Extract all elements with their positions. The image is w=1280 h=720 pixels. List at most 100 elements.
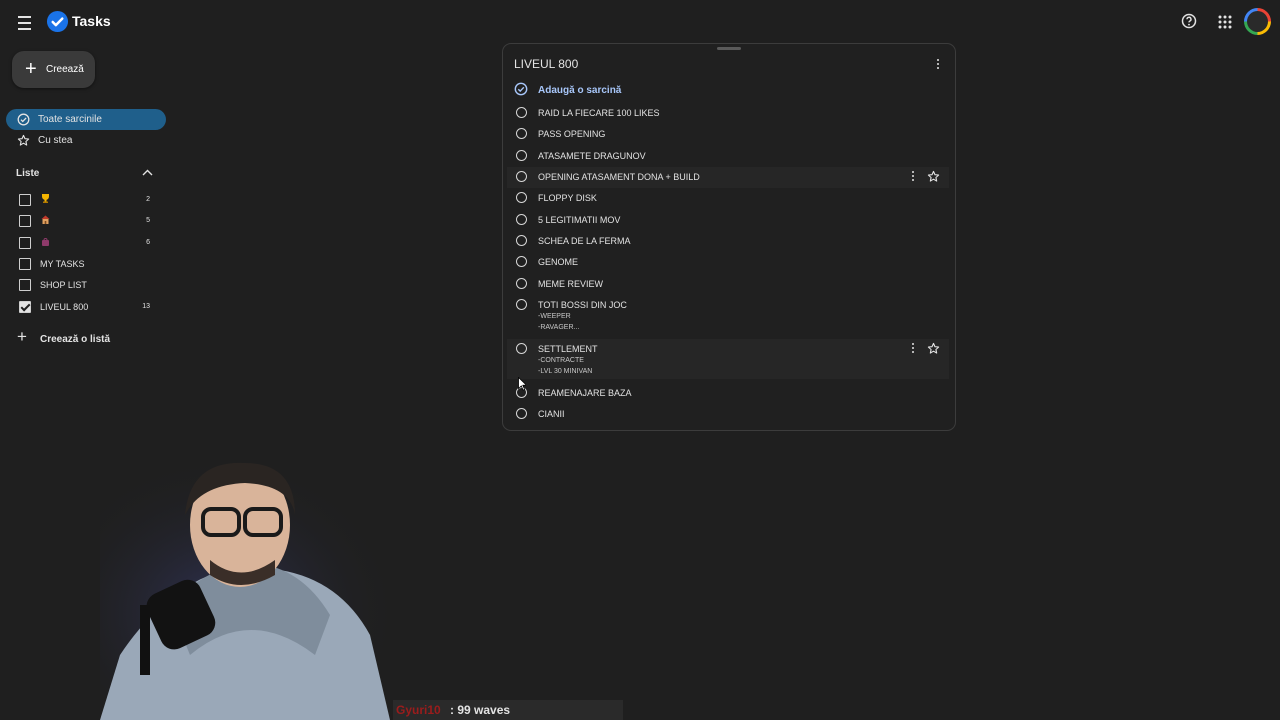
- task-title: PASS OPENING: [538, 129, 606, 139]
- complete-task-toggle[interactable]: [516, 128, 527, 139]
- task-title: SETTLEMENT: [538, 344, 598, 354]
- drag-handle[interactable]: [717, 47, 741, 50]
- star-icon[interactable]: [927, 170, 940, 183]
- task-notes: -WEEPER -RAVAGER...: [538, 311, 579, 333]
- complete-task-toggle[interactable]: [516, 214, 527, 225]
- star-icon: [17, 134, 30, 146]
- task-note: -WEEPER: [538, 313, 571, 320]
- complete-task-toggle[interactable]: [516, 256, 527, 267]
- list-item-trophy[interactable]: 2: [16, 191, 156, 209]
- create-list-label: Creează o listă: [40, 334, 111, 345]
- list-checkbox[interactable]: [19, 258, 31, 270]
- task-item[interactable]: SCHEA DE LA FERMA: [507, 231, 949, 252]
- task-item[interactable]: GENOME: [507, 252, 949, 273]
- list-name: MY TASKS: [40, 259, 85, 269]
- list-item-my-tasks[interactable]: MY TASKS: [16, 255, 156, 273]
- add-task-label: Adaugă o sarcină: [538, 85, 622, 96]
- complete-task-toggle[interactable]: [516, 343, 527, 354]
- task-title: ATASAMETE DRAGUNOV: [538, 151, 646, 161]
- list-name: SHOP LIST: [40, 280, 87, 290]
- list-checkbox[interactable]: [19, 237, 31, 249]
- task-item[interactable]: CIANII: [507, 404, 949, 425]
- trophy-emoji-icon: [42, 194, 49, 203]
- task-more-icon[interactable]: [910, 343, 916, 355]
- nav-starred[interactable]: Cu stea: [6, 130, 166, 151]
- list-checkbox[interactable]: [19, 279, 31, 291]
- list-count: 5: [146, 217, 150, 224]
- task-title: TOTI BOSSI DIN JOC: [538, 300, 627, 310]
- complete-task-toggle[interactable]: [516, 150, 527, 161]
- task-title: GENOME: [538, 257, 579, 267]
- task-list-card: LIVEUL 800 Adaugă o sarcină RAID LA FIEC…: [502, 43, 956, 431]
- task-item[interactable]: OPENING ATASAMENT DONA + BUILD: [507, 167, 949, 188]
- task-title: CIANII: [538, 409, 565, 419]
- add-task-icon: [514, 82, 528, 96]
- chevron-up-icon[interactable]: [142, 169, 153, 176]
- task-more-icon[interactable]: [910, 171, 916, 183]
- task-title: REAMENAJARE BAZA: [538, 388, 632, 398]
- house-emoji-icon: [41, 215, 50, 224]
- task-item[interactable]: TOTI BOSSI DIN JOC -WEEPER -RAVAGER...: [507, 295, 949, 335]
- task-item[interactable]: SETTLEMENT -CONTRACTE -LVL 30 MINIVAN: [507, 339, 949, 379]
- complete-task-toggle[interactable]: [516, 171, 527, 182]
- create-list-button[interactable]: + Creează o listă: [16, 327, 166, 348]
- task-title: OPENING ATASAMENT DONA + BUILD: [538, 172, 700, 182]
- add-task-button[interactable]: Adaugă o sarcină: [511, 81, 811, 99]
- webcam-streamer-image: [100, 455, 400, 720]
- list-item-house[interactable]: 5: [16, 212, 156, 230]
- task-item[interactable]: MEME REVIEW: [507, 274, 949, 295]
- tasks-logo-icon: [46, 10, 69, 33]
- complete-task-toggle[interactable]: [516, 408, 527, 419]
- complete-task-toggle[interactable]: [516, 278, 527, 289]
- task-item[interactable]: RAID LA FIECARE 100 LIKES: [507, 103, 949, 124]
- purse-emoji-icon: [42, 238, 49, 246]
- task-title: 5 LEGITIMATII MOV: [538, 215, 621, 225]
- plus-icon: +: [25, 58, 37, 80]
- nav-starred-label: Cu stea: [38, 135, 73, 146]
- create-task-button[interactable]: + Creează: [12, 51, 95, 88]
- check-circle-icon: [17, 113, 30, 126]
- menu-icon[interactable]: [14, 11, 36, 33]
- complete-task-toggle[interactable]: [516, 299, 527, 310]
- help-icon[interactable]: [1181, 13, 1197, 29]
- task-title: FLOPPY DISK: [538, 193, 597, 203]
- more-options-icon[interactable]: [933, 57, 943, 71]
- app-header: Tasks: [0, 0, 1280, 44]
- complete-task-toggle[interactable]: [516, 192, 527, 203]
- task-item[interactable]: PASS OPENING: [507, 124, 949, 145]
- complete-task-toggle[interactable]: [516, 235, 527, 246]
- task-notes: -CONTRACTE -LVL 30 MINIVAN: [538, 355, 592, 377]
- list-checkbox[interactable]: [19, 215, 31, 227]
- list-item-liveul-800[interactable]: LIVEUL 800 13: [16, 298, 156, 316]
- task-note: -CONTRACTE: [538, 357, 584, 364]
- complete-task-toggle[interactable]: [516, 107, 527, 118]
- task-note: -LVL 30 MINIVAN: [538, 368, 593, 375]
- chat-overlay: Gyuri10 : 99 waves: [393, 700, 623, 720]
- chat-message: : 99 waves: [450, 703, 511, 717]
- avatar[interactable]: [1244, 8, 1271, 35]
- apps-grid-icon[interactable]: [1217, 14, 1233, 30]
- list-checkbox[interactable]: [19, 194, 31, 206]
- lists-section-title: Liste: [16, 168, 40, 179]
- list-count: 13: [142, 303, 150, 310]
- list-item-purse[interactable]: 6: [16, 234, 156, 252]
- task-title: SCHEA DE LA FERMA: [538, 236, 631, 246]
- plus-icon: +: [17, 327, 27, 346]
- task-title: RAID LA FIECARE 100 LIKES: [538, 108, 660, 118]
- list-item-shop-list[interactable]: SHOP LIST: [16, 276, 156, 294]
- list-count: 2: [146, 196, 150, 203]
- task-item[interactable]: ATASAMETE DRAGUNOV: [507, 146, 949, 167]
- task-item[interactable]: FLOPPY DISK: [507, 188, 949, 209]
- task-item[interactable]: REAMENAJARE BAZA: [507, 383, 949, 404]
- chat-username: Gyuri10: [396, 703, 441, 717]
- task-note: -RAVAGER...: [538, 324, 580, 331]
- nav-all-tasks[interactable]: Toate sarcinile: [6, 109, 166, 130]
- list-checkbox-checked[interactable]: [19, 301, 31, 313]
- nav-all-tasks-label: Toate sarcinile: [38, 114, 102, 125]
- list-count: 6: [146, 239, 150, 246]
- create-label: Creează: [46, 64, 84, 75]
- star-icon[interactable]: [927, 342, 940, 355]
- task-item[interactable]: 5 LEGITIMATII MOV: [507, 210, 949, 231]
- list-title: LIVEUL 800: [514, 57, 579, 71]
- list-name: LIVEUL 800: [40, 302, 89, 312]
